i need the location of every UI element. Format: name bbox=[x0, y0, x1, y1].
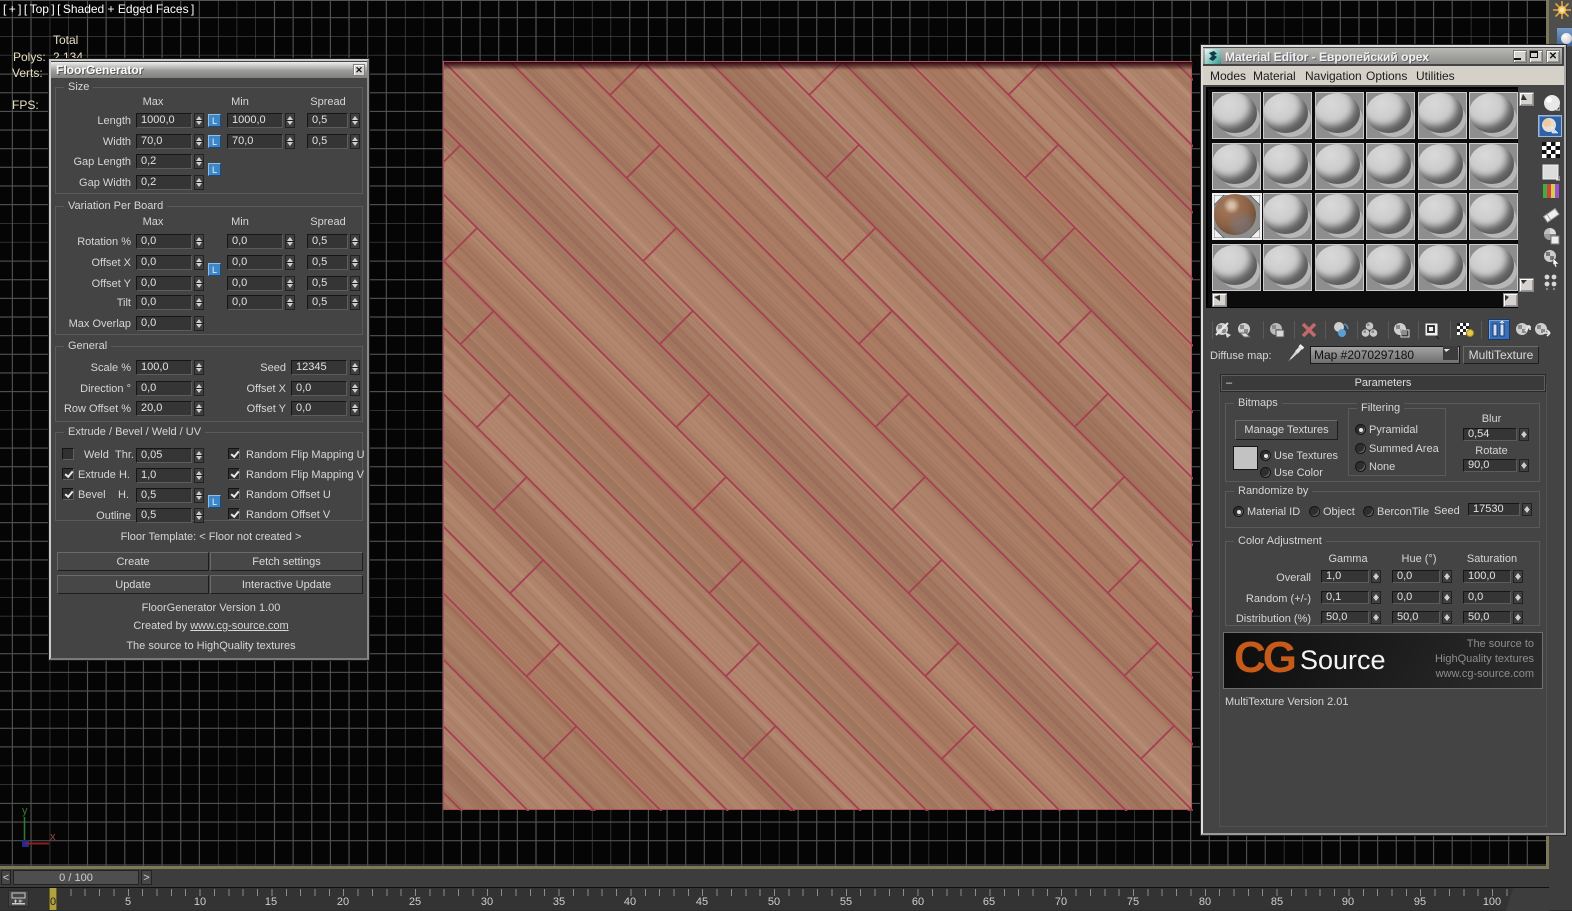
svg-text:y: y bbox=[22, 805, 28, 817]
svg-text:x: x bbox=[50, 831, 56, 843]
